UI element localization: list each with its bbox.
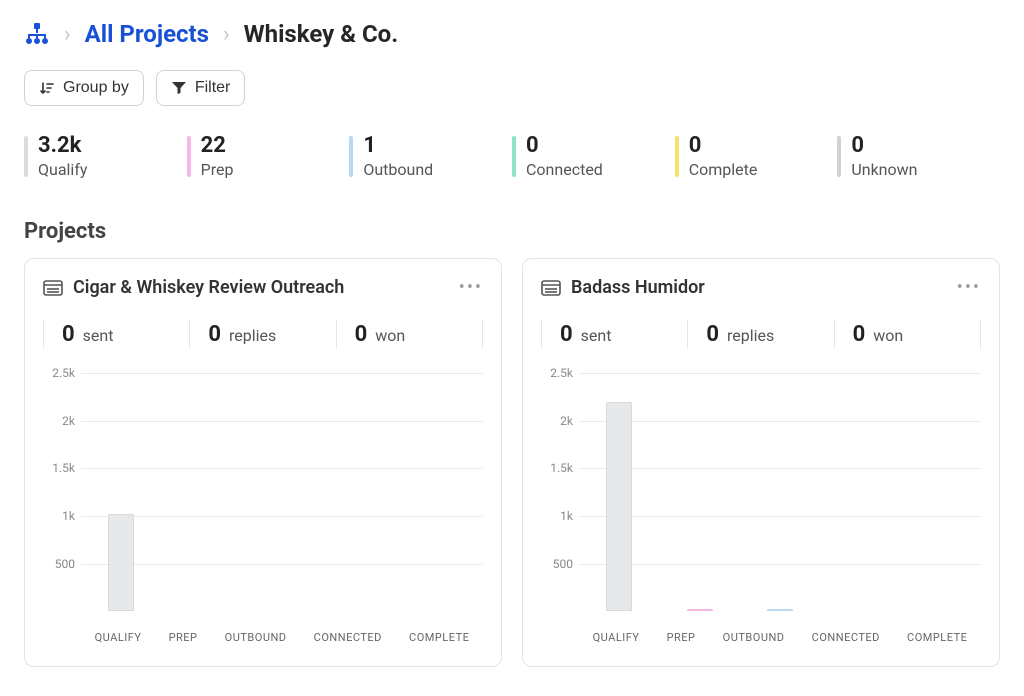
- stat-item: 1 Outbound: [349, 134, 512, 179]
- metric-sent-label: sent: [83, 326, 114, 345]
- metric-won-value: 0: [355, 322, 368, 347]
- stat-value: 1: [363, 134, 512, 158]
- ytick: 1.5k: [39, 461, 75, 475]
- bar-qualify: [606, 402, 632, 611]
- stat-label: Outbound: [363, 160, 512, 179]
- ytick: 2k: [39, 414, 75, 428]
- ytick: 1.5k: [537, 461, 573, 475]
- stat-value: 0: [689, 134, 838, 158]
- stat-value: 22: [201, 134, 350, 158]
- chevron-right-icon: ›: [223, 22, 230, 47]
- projects-heading: Projects: [24, 219, 1000, 244]
- xlabel: QUALIFY: [593, 631, 640, 644]
- ytick: 1k: [537, 509, 573, 523]
- metric-sent: 0 sent: [541, 320, 687, 349]
- metric-replies-value: 0: [208, 322, 221, 347]
- ytick: 2.5k: [39, 366, 75, 380]
- stats-row: 3.2k Qualify 22 Prep 1 Outbound 0 Connec…: [24, 134, 1000, 179]
- sitemap-icon[interactable]: [24, 22, 50, 46]
- chart-xlabels: QUALIFY PREP OUTBOUND CONNECTED COMPLETE: [579, 631, 981, 644]
- stat-label: Complete: [689, 160, 838, 179]
- metric-replies: 0 replies: [687, 320, 833, 349]
- ytick: 1k: [39, 509, 75, 523]
- sort-icon: [39, 80, 55, 96]
- metric-won-value: 0: [853, 322, 866, 347]
- xlabel: PREP: [169, 631, 198, 644]
- stat-item: 3.2k Qualify: [24, 134, 187, 179]
- stat-value: 0: [851, 134, 1000, 158]
- chart-xlabels: QUALIFY PREP OUTBOUND CONNECTED COMPLETE: [81, 631, 483, 644]
- project-cards: Cigar & Whiskey Review Outreach ••• 0 se…: [24, 258, 1000, 667]
- chart-grid: 2.5k2k1.5k1k500: [579, 373, 981, 611]
- ytick: 500: [39, 557, 75, 571]
- toolbar: Group by Filter: [24, 70, 1000, 106]
- filter-button[interactable]: Filter: [156, 70, 246, 106]
- ytick: 2k: [537, 414, 573, 428]
- stat-item: 0 Unknown: [837, 134, 1000, 179]
- metric-replies-label: replies: [727, 326, 774, 345]
- bar-prep: [687, 609, 713, 611]
- bar-outbound: [767, 609, 793, 611]
- xlabel: QUALIFY: [95, 631, 142, 644]
- stat-label: Qualify: [38, 160, 187, 179]
- group-by-label: Group by: [63, 79, 129, 97]
- more-icon[interactable]: •••: [957, 277, 981, 298]
- breadcrumb: › All Projects › Whiskey & Co.: [24, 20, 1000, 48]
- list-icon: [541, 280, 561, 296]
- xlabel: CONNECTED: [812, 631, 880, 644]
- group-by-button[interactable]: Group by: [24, 70, 144, 106]
- filter-icon: [171, 81, 187, 95]
- more-icon[interactable]: •••: [459, 277, 483, 298]
- ytick: 500: [537, 557, 573, 571]
- metric-sent-value: 0: [62, 322, 75, 347]
- project-card: Cigar & Whiskey Review Outreach ••• 0 se…: [24, 258, 502, 667]
- xlabel: PREP: [667, 631, 696, 644]
- metric-replies-label: replies: [229, 326, 276, 345]
- chart: 2.5k2k1.5k1k500 QUALIFY PREP OUTBOUND CONNE…: [43, 373, 483, 644]
- metric-replies-value: 0: [706, 322, 719, 347]
- metric-replies: 0 replies: [189, 320, 335, 349]
- xlabel: COMPLETE: [409, 631, 469, 644]
- filter-label: Filter: [195, 79, 231, 97]
- breadcrumb-current: Whiskey & Co.: [244, 20, 399, 48]
- metric-sent: 0 sent: [43, 320, 189, 349]
- stat-label: Connected: [526, 160, 675, 179]
- bar-qualify: [108, 514, 134, 611]
- ytick: 2.5k: [537, 366, 573, 380]
- stat-item: 0 Connected: [512, 134, 675, 179]
- stat-value: 3.2k: [38, 134, 187, 158]
- metric-won-label: won: [375, 326, 405, 345]
- list-icon: [43, 280, 63, 296]
- project-card: Badass Humidor ••• 0 sent 0 replies 0 wo…: [522, 258, 1000, 667]
- chevron-right-icon: ›: [64, 22, 71, 47]
- metric-won-label: won: [873, 326, 903, 345]
- metric-won: 0 won: [834, 320, 981, 349]
- project-title[interactable]: Badass Humidor: [571, 277, 947, 298]
- xlabel: CONNECTED: [314, 631, 382, 644]
- metric-sent-label: sent: [581, 326, 612, 345]
- xlabel: COMPLETE: [907, 631, 967, 644]
- stat-label: Prep: [201, 160, 350, 179]
- xlabel: OUTBOUND: [225, 631, 287, 644]
- stat-item: 0 Complete: [675, 134, 838, 179]
- stat-value: 0: [526, 134, 675, 158]
- chart-grid: 2.5k2k1.5k1k500: [81, 373, 483, 611]
- chart: 2.5k2k1.5k1k500 QUALIFY PREP OUTBOUND CONNE…: [541, 373, 981, 644]
- breadcrumb-all-projects[interactable]: All Projects: [85, 20, 209, 48]
- stat-item: 22 Prep: [187, 134, 350, 179]
- stat-label: Unknown: [851, 160, 1000, 179]
- project-title[interactable]: Cigar & Whiskey Review Outreach: [73, 277, 449, 298]
- metric-sent-value: 0: [560, 322, 573, 347]
- metric-won: 0 won: [336, 320, 483, 349]
- xlabel: OUTBOUND: [723, 631, 785, 644]
